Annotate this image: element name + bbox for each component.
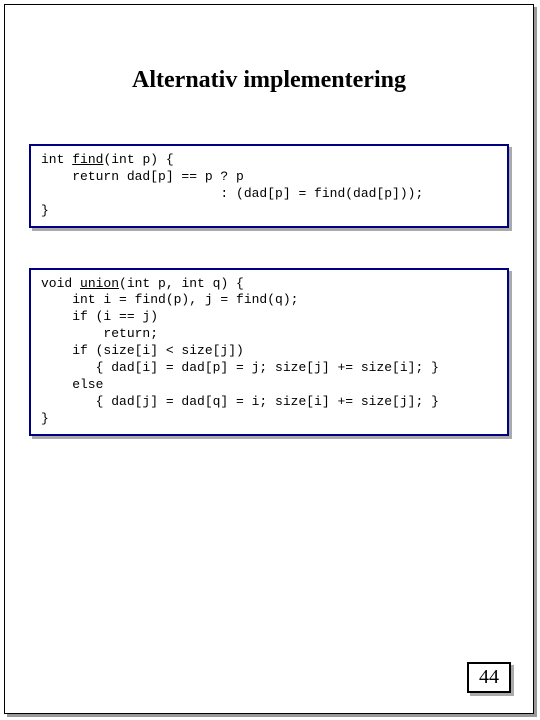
code-text: return dad[p] == p ? p [41,169,244,184]
function-name-union: union [80,276,119,291]
code-text: return; [41,326,158,341]
slide-frame: Alternativ implementering int find(int p… [4,4,534,714]
code-text: if (i == j) [41,309,158,324]
code-text: (int p) { [103,152,173,167]
code-text: void [41,276,80,291]
page-title: Alternativ implementering [5,67,533,94]
code-text: { dad[j] = dad[q] = i; size[i] += size[j… [41,394,439,409]
page-number: 44 [467,662,511,693]
code-text: { dad[i] = dad[p] = j; size[j] += size[i… [41,360,439,375]
code-text: } [41,411,49,426]
code-text: int [41,152,72,167]
code-text: (int p, int q) { [119,276,244,291]
code-block-union: void union(int p, int q) { int i = find(… [29,268,509,436]
code-text: if (size[i] < size[j]) [41,343,244,358]
code-text: } [41,203,49,218]
code-text: int i = find(p), j = find(q); [41,292,298,307]
function-name-find: find [72,152,103,167]
code-block-find: int find(int p) { return dad[p] == p ? p… [29,144,509,228]
code-text: else [41,377,103,392]
code-text: : (dad[p] = find(dad[p])); [41,186,423,201]
